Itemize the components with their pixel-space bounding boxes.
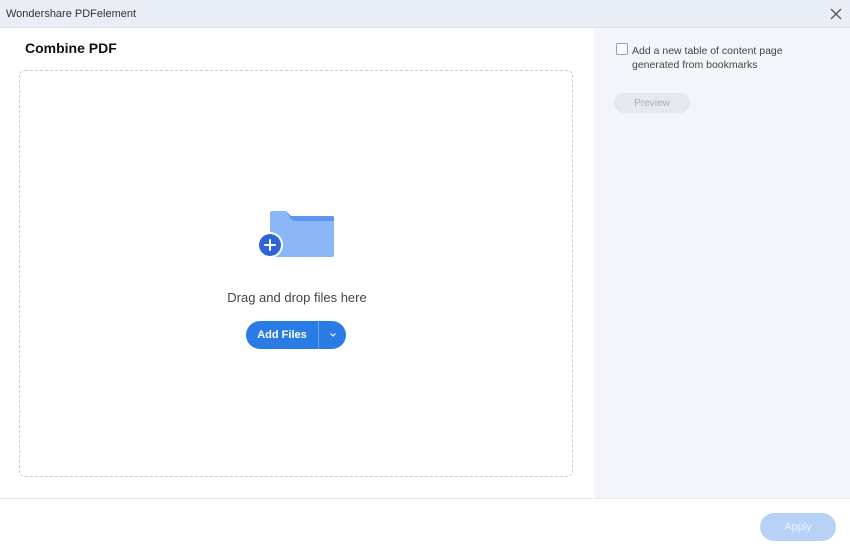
- dropzone-text: Drag and drop files here: [227, 290, 367, 305]
- apply-button[interactable]: Apply: [760, 513, 836, 541]
- add-files-button[interactable]: Add Files: [246, 321, 318, 349]
- main-panel: Combine PDF Drag and drop files here Add…: [0, 28, 594, 498]
- close-button[interactable]: [826, 4, 846, 24]
- close-icon: [830, 8, 842, 20]
- window-title: Wondershare PDFelement: [6, 8, 137, 20]
- footer-bar: Apply: [0, 498, 850, 549]
- toc-checkbox[interactable]: [616, 43, 628, 55]
- page-title: Combine PDF: [25, 40, 117, 56]
- options-sidebar: Add a new table of content page generate…: [594, 28, 850, 498]
- add-folder-icon: [256, 209, 336, 265]
- add-files-dropdown-button[interactable]: [318, 321, 346, 349]
- title-bar: Wondershare PDFelement: [0, 0, 850, 28]
- preview-button[interactable]: Preview: [614, 93, 690, 113]
- toc-checkbox-label[interactable]: Add a new table of content page generate…: [632, 44, 822, 72]
- chevron-down-icon: [329, 333, 336, 337]
- combine-pdf-window: Wondershare PDFelement Combine PDF Drag …: [0, 0, 850, 549]
- file-dropzone[interactable]: Drag and drop files here Add Files: [19, 70, 573, 477]
